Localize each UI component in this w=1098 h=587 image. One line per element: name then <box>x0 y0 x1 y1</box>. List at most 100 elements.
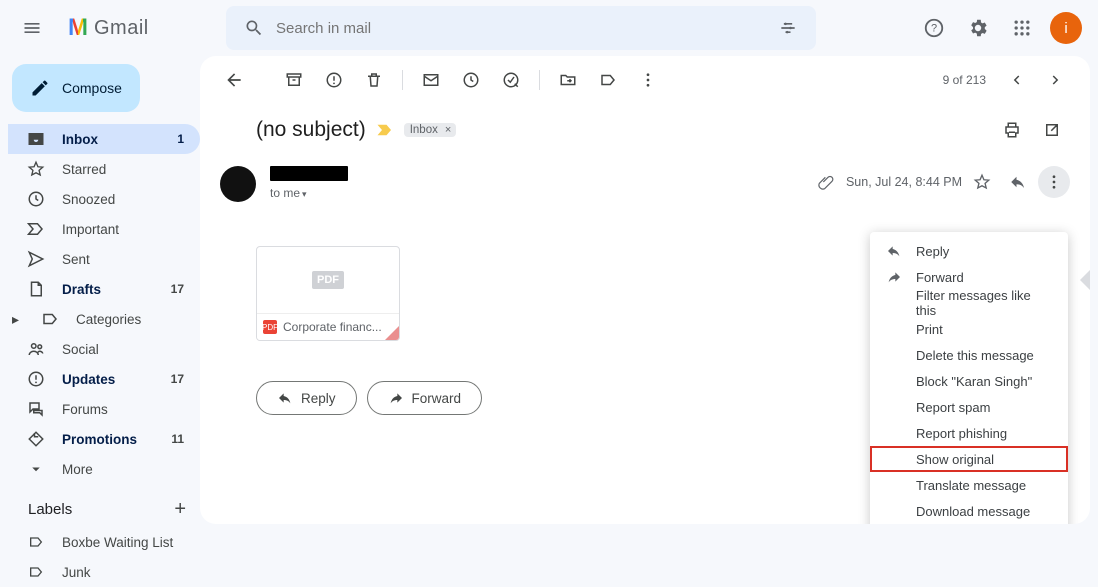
important-icon <box>26 222 46 236</box>
inbox-label-chip[interactable]: Inbox × <box>404 123 457 137</box>
nav-label: Drafts <box>62 282 155 297</box>
message-header: to me▾ Sun, Jul 24, 8:44 PM <box>200 152 1090 206</box>
recipient-line[interactable]: to me▾ <box>270 186 348 200</box>
sidebar-item-more[interactable]: More <box>8 454 200 484</box>
settings-button[interactable] <box>958 8 998 48</box>
chevron-left-icon <box>1007 71 1025 89</box>
more-icon <box>26 460 46 478</box>
side-panel-caret[interactable] <box>1080 270 1090 290</box>
important-marker-icon[interactable] <box>376 123 394 137</box>
menu-item-label: Report spam <box>916 400 990 415</box>
menu-item-report-phishing[interactable]: Report phishing <box>870 420 1068 446</box>
back-button[interactable] <box>216 62 252 98</box>
sidebar-item-social[interactable]: Social <box>8 334 200 364</box>
move-button[interactable] <box>550 62 586 98</box>
prev-button[interactable] <box>998 62 1034 98</box>
folder-move-icon <box>559 71 577 89</box>
message-more-menu: Reply Forward Filter messages like this Pri… <box>870 232 1068 524</box>
help-button[interactable]: ? <box>914 8 954 48</box>
reply-button[interactable]: Reply <box>256 381 357 415</box>
menu-item-download-message[interactable]: Download message <box>870 498 1068 524</box>
apps-button[interactable] <box>1002 8 1042 48</box>
paperclip-icon <box>818 174 834 190</box>
promo-icon <box>26 430 46 448</box>
archive-button[interactable] <box>276 62 312 98</box>
attachment-indicator[interactable] <box>810 166 842 198</box>
sidebar-item-forums[interactable]: Forums <box>8 394 200 424</box>
print-button[interactable] <box>994 112 1030 148</box>
open-window-button[interactable] <box>1034 112 1070 148</box>
reply-icon <box>884 243 904 259</box>
top-bar: M Gmail ? i <box>0 0 1098 56</box>
sidebar-item-starred[interactable]: Starred <box>8 154 200 184</box>
draft-icon <box>26 280 46 298</box>
add-label-button[interactable]: + <box>174 498 186 521</box>
nav-label: Forums <box>62 402 188 417</box>
label-icon <box>26 534 46 550</box>
attachment-card[interactable]: PDF PDF Corporate financ... <box>256 246 400 341</box>
forward-button[interactable]: Forward <box>367 381 483 415</box>
label-item[interactable]: Junk <box>8 557 200 587</box>
sidebar-item-sent[interactable]: Sent <box>8 244 200 274</box>
spam-button[interactable] <box>316 62 352 98</box>
sidebar-item-important[interactable]: Important <box>8 214 200 244</box>
menu-item-print[interactable]: Print <box>870 316 1068 342</box>
send-icon <box>26 250 46 268</box>
menu-item-report-spam[interactable]: Report spam <box>870 394 1068 420</box>
next-button[interactable] <box>1038 62 1074 98</box>
reply-icon-button[interactable] <box>1002 166 1034 198</box>
add-task-icon <box>502 71 520 89</box>
sidebar-item-promotions[interactable]: Promotions11 <box>8 424 200 454</box>
menu-item-label: Print <box>916 322 943 337</box>
sender-avatar[interactable] <box>220 166 256 202</box>
search-bar[interactable] <box>226 6 816 50</box>
sidebar-item-categories[interactable]: ▸Categories <box>8 304 200 334</box>
mark-unread-button[interactable] <box>413 62 449 98</box>
nav-count: 1 <box>177 132 188 146</box>
account-button[interactable]: i <box>1046 8 1086 48</box>
gmail-m-icon: M <box>68 14 88 42</box>
chevron-right-icon <box>1047 71 1065 89</box>
menu-item-translate-message[interactable]: Translate message <box>870 472 1068 498</box>
compose-button[interactable]: Compose <box>12 64 140 112</box>
sidebar-item-updates[interactable]: Updates17 <box>8 364 200 394</box>
labels-heading-row: Labels + <box>8 484 200 527</box>
chip-remove-button[interactable]: × <box>442 124 454 136</box>
gear-icon <box>967 17 989 39</box>
search-options-button[interactable] <box>768 18 808 38</box>
arrow-left-icon <box>224 70 244 90</box>
delete-button[interactable] <box>356 62 392 98</box>
avatar-initial: i <box>1050 12 1082 44</box>
sidebar-item-inbox[interactable]: Inbox1 <box>8 124 200 154</box>
menu-item-filter-messages-like-this[interactable]: Filter messages like this <box>870 290 1068 316</box>
add-task-button[interactable] <box>493 62 529 98</box>
forward-arrow-icon <box>388 390 404 406</box>
search-input[interactable] <box>274 19 768 38</box>
labels-button[interactable] <box>590 62 626 98</box>
menu-item-forward[interactable]: Forward <box>870 264 1068 290</box>
gmail-logo[interactable]: M Gmail <box>64 14 214 42</box>
more-vert-icon <box>639 71 657 89</box>
nav-count: 17 <box>171 282 188 296</box>
menu-item-reply[interactable]: Reply <box>870 238 1068 264</box>
main-pane: 9 of 213 (no subject) Inbox × <box>200 56 1090 524</box>
sidebar-item-snoozed[interactable]: Snoozed <box>8 184 200 214</box>
snooze-button[interactable] <box>453 62 489 98</box>
menu-item-show-original[interactable]: Show original <box>870 446 1068 472</box>
more-button[interactable] <box>630 62 666 98</box>
sidebar-item-drafts[interactable]: Drafts 17 <box>8 274 200 304</box>
chip-label: Inbox <box>410 124 438 136</box>
menu-item-label: Forward <box>916 270 964 285</box>
svg-text:?: ? <box>931 23 937 35</box>
menu-item-delete-this-message[interactable]: Delete this message <box>870 342 1068 368</box>
label-icon <box>26 564 46 580</box>
menu-item-block-karan-singh-[interactable]: Block "Karan Singh" <box>870 368 1068 394</box>
nav-label: Social <box>62 342 188 357</box>
report-spam-icon <box>325 71 343 89</box>
star-button[interactable] <box>966 166 998 198</box>
nav-count: 17 <box>171 372 188 386</box>
message-more-button[interactable] <box>1038 166 1070 198</box>
help-icon: ? <box>923 17 945 39</box>
apps-grid-icon <box>1012 18 1032 38</box>
main-menu-button[interactable] <box>12 8 52 48</box>
